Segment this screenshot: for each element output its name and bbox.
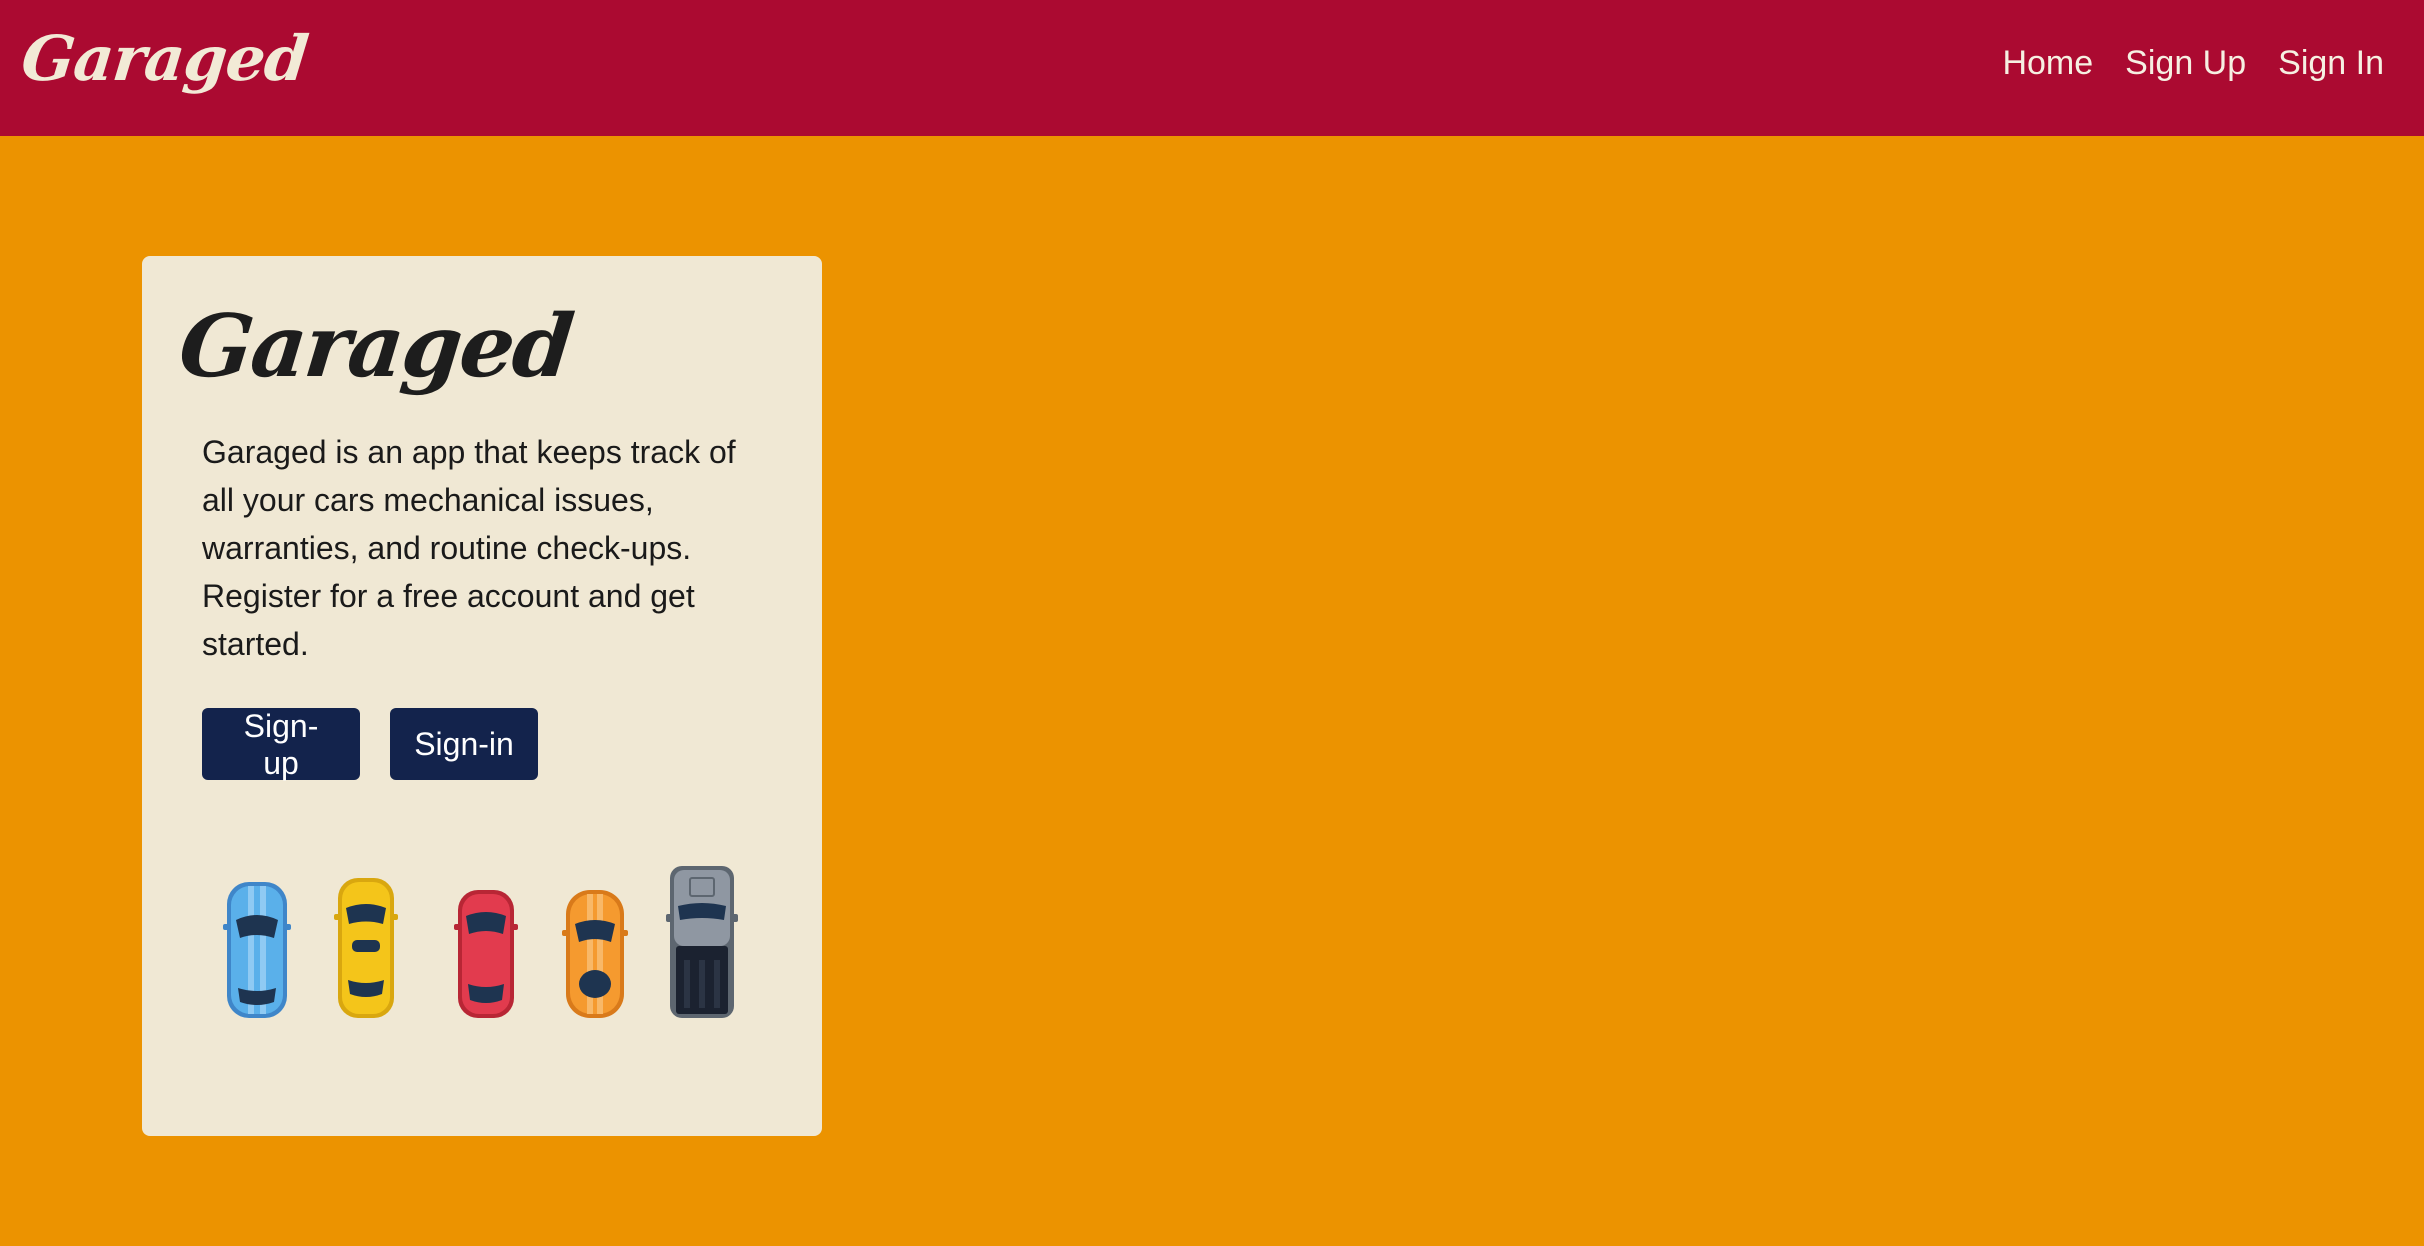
nav-signin-link[interactable]: Sign In <box>2278 44 2384 83</box>
navbar: Garaged Home Sign Up Sign In <box>0 0 2424 136</box>
hero-card: Garaged Garaged is an app that keeps tra… <box>142 256 822 1136</box>
signin-button[interactable]: Sign-in <box>390 708 538 780</box>
cars-illustration <box>222 864 742 1034</box>
blue-sports-car-icon <box>223 882 291 1018</box>
orange-sports-car-icon <box>562 890 628 1018</box>
yellow-taxi-icon <box>334 878 398 1018</box>
hero-title: Garaged <box>174 296 577 397</box>
nav-links: Home Sign Up Sign In <box>2002 44 2384 83</box>
hero-description: Garaged is an app that keeps track of al… <box>202 434 736 662</box>
nav-signup-link[interactable]: Sign Up <box>2125 44 2246 83</box>
nav-home-link[interactable]: Home <box>2002 44 2093 83</box>
gray-pickup-truck-icon <box>666 866 738 1018</box>
red-car-icon <box>454 890 518 1018</box>
signup-button[interactable]: Sign-up <box>202 708 360 781</box>
brand-logo[interactable]: Garaged <box>18 22 311 95</box>
